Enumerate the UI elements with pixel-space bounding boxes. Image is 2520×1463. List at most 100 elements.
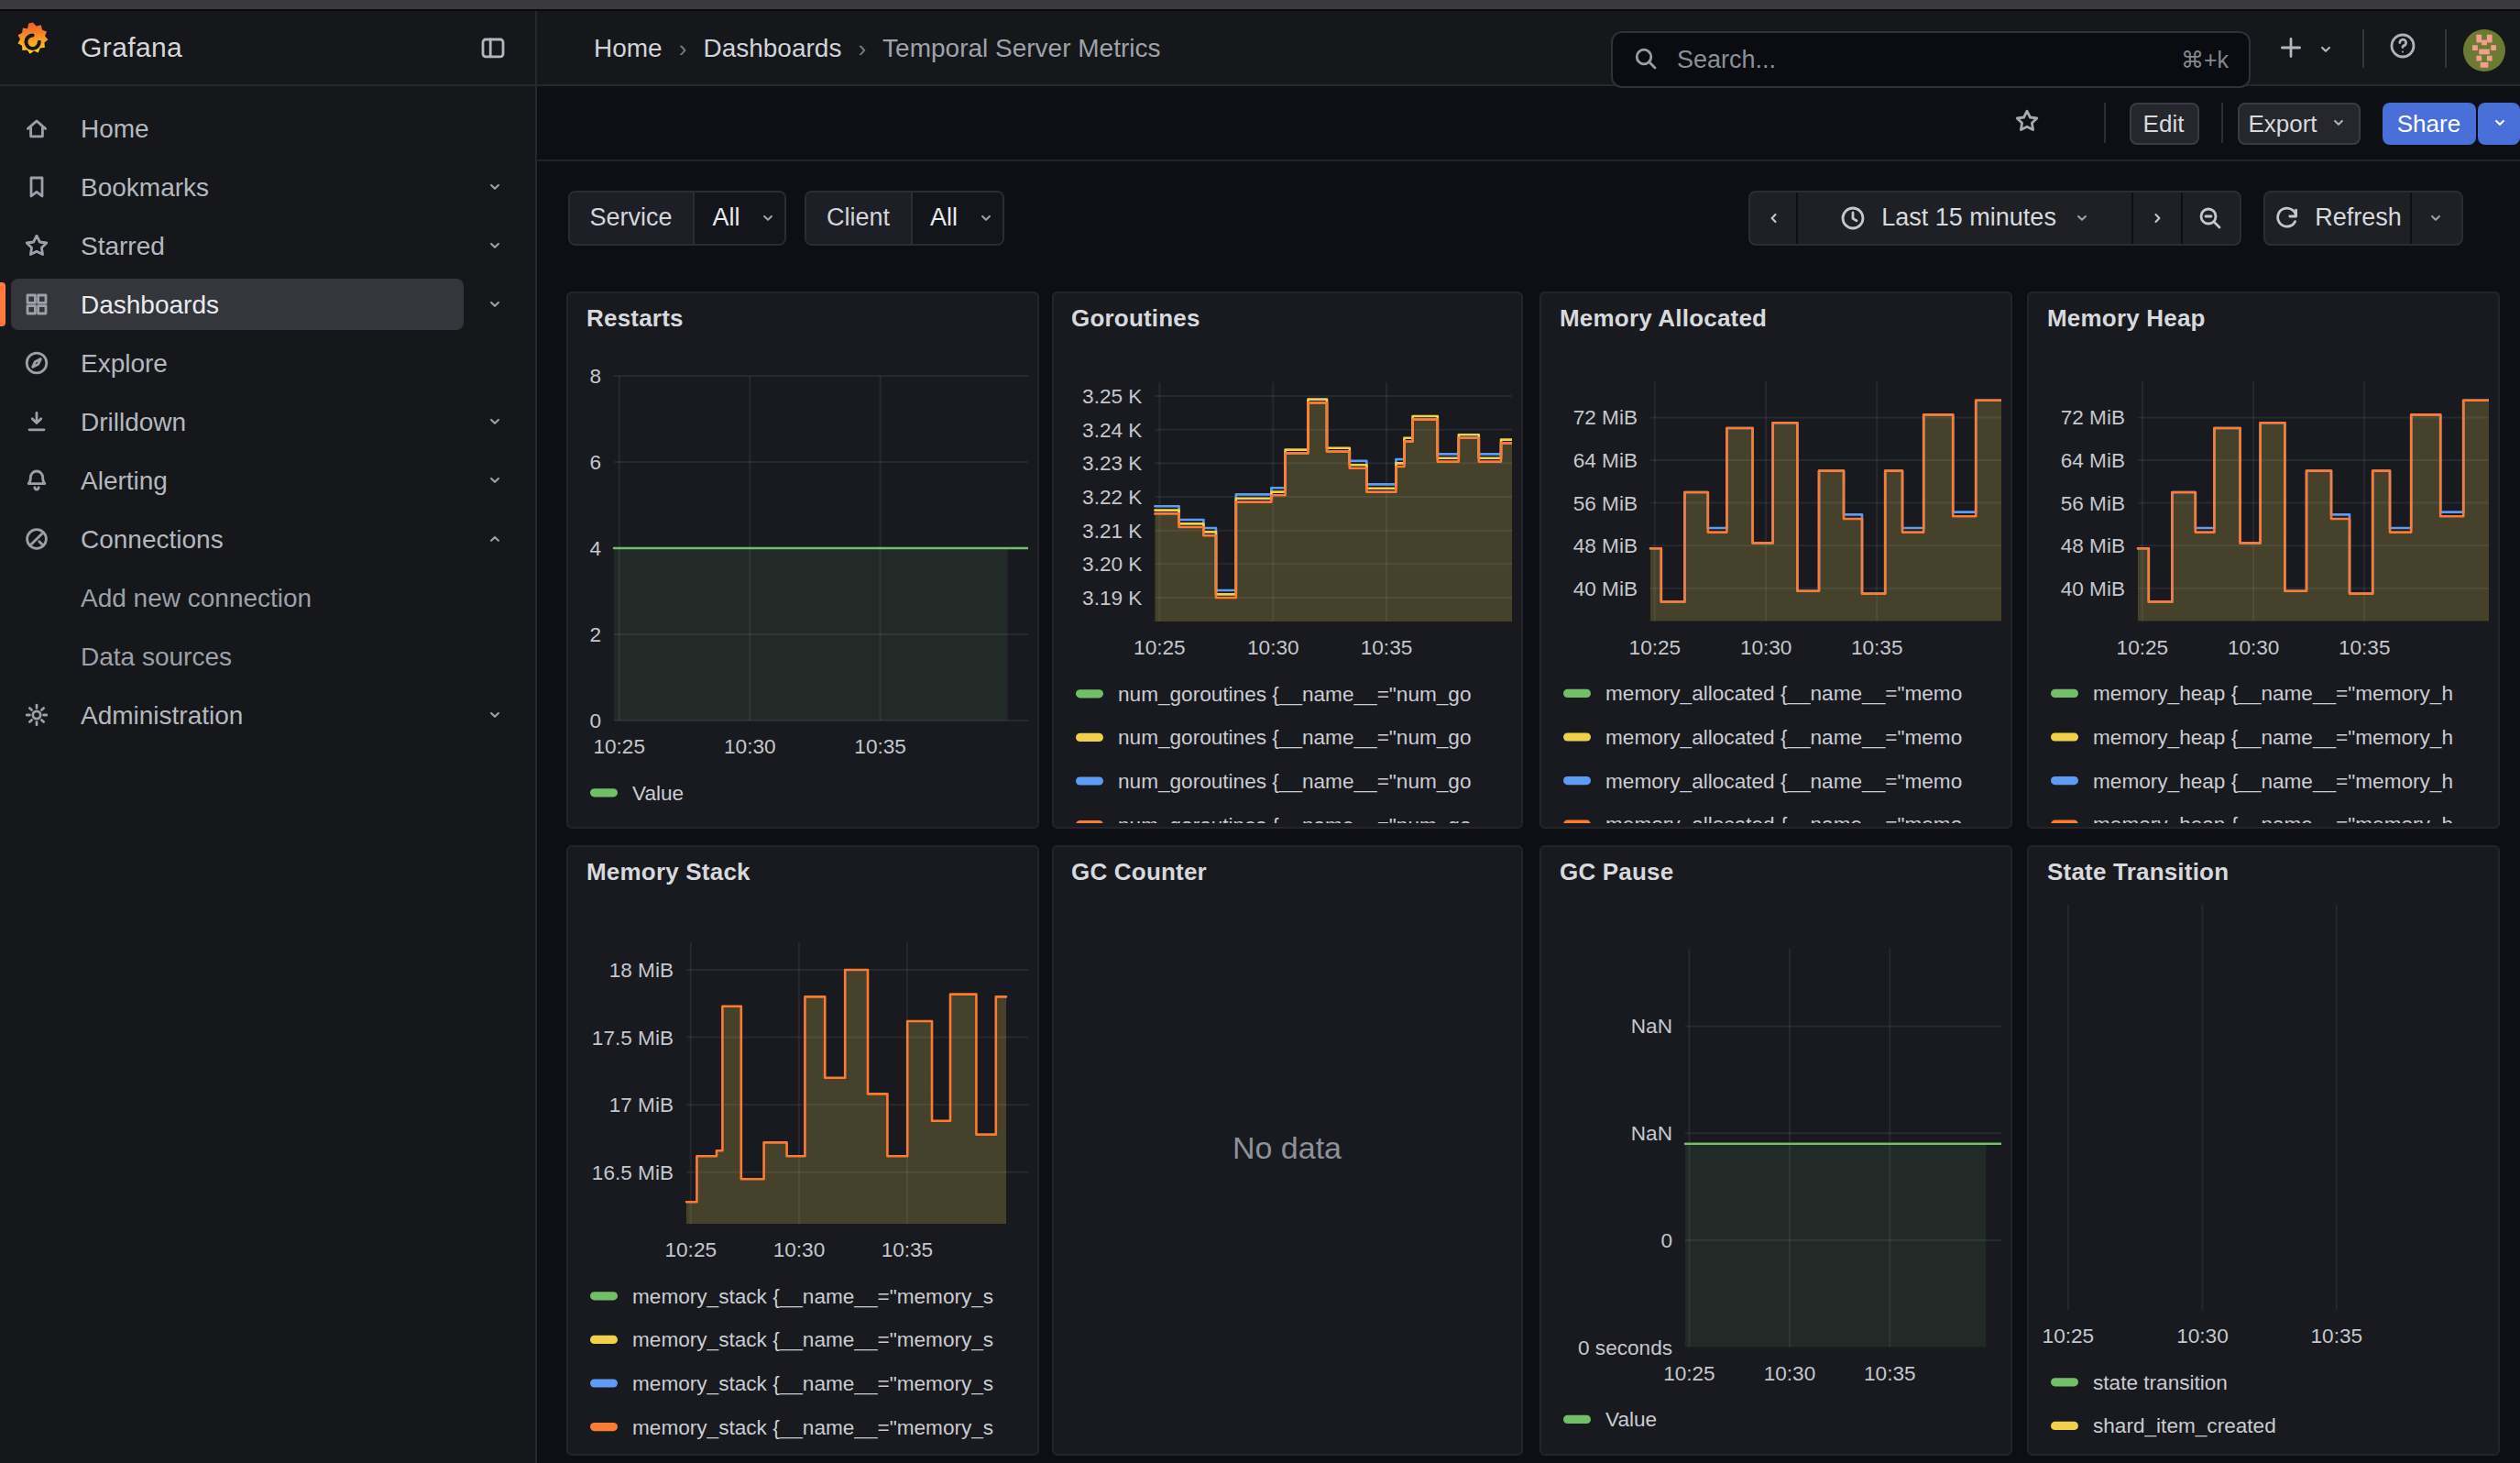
breadcrumb-separator: ›: [858, 34, 866, 61]
compass-icon: [22, 347, 51, 377]
client-filter[interactable]: Client All: [805, 190, 1003, 245]
gear-icon: [22, 699, 51, 729]
chevron-down-icon[interactable]: [484, 410, 506, 432]
legend-item: shard_item_created: [2093, 1414, 2276, 1436]
svg-text:10:35: 10:35: [1864, 1361, 1916, 1384]
zoom-out-button[interactable]: [2181, 192, 2240, 243]
help-icon[interactable]: [2388, 31, 2417, 60]
svg-text:10:35: 10:35: [2339, 636, 2391, 659]
sidebar-item-bookmarks[interactable]: Bookmarks: [11, 160, 464, 212]
edit-button[interactable]: Edit: [2129, 102, 2198, 144]
sidebar-item-drilldown[interactable]: Drilldown: [11, 395, 464, 446]
grafana-logo-icon[interactable]: [13, 18, 53, 62]
svg-text:17.5 MiB: 17.5 MiB: [592, 1026, 674, 1049]
chevron-down-icon[interactable]: [484, 703, 506, 725]
svg-text:10:25: 10:25: [2117, 636, 2169, 659]
sidebar-item-home[interactable]: Home: [11, 102, 464, 153]
share-menu-button[interactable]: [2478, 102, 2520, 144]
svg-text:40 MiB: 40 MiB: [1573, 578, 1638, 600]
svg-text:40 MiB: 40 MiB: [2061, 578, 2125, 600]
panel-restarts: Restarts0246810:2510:3010:35Value: [566, 292, 1038, 829]
legend-item: memory_stack {__name__="memory_s: [632, 1284, 993, 1307]
chevron-down-icon[interactable]: [484, 292, 506, 314]
legend-item: memory_heap {__name__="memory_h: [2093, 682, 2453, 705]
time-back-button[interactable]: [1749, 192, 1797, 243]
svg-text:72 MiB: 72 MiB: [1573, 406, 1638, 429]
chevron-down-icon[interactable]: [484, 175, 506, 197]
chevron-left-icon: [1762, 206, 1784, 228]
breadcrumb-home[interactable]: Home: [594, 33, 663, 62]
sidebar-item-add-new-connection[interactable]: Add new connection: [11, 571, 464, 622]
sidebar-item-label: Administration: [81, 699, 243, 729]
sidebar-item-administration[interactable]: Administration: [11, 688, 464, 740]
time-range-picker[interactable]: Last 15 minutes: [1797, 192, 2131, 243]
sidebar-item-starred[interactable]: Starred: [11, 219, 464, 270]
refresh-button[interactable]: Refresh: [2265, 192, 2409, 243]
chevron-down-icon: [2488, 112, 2510, 134]
panel-mem-heap: Memory Heap40 MiB48 MiB56 MiB64 MiB72 Mi…: [2027, 292, 2499, 829]
sidebar-item-alerting[interactable]: Alerting: [11, 454, 464, 505]
breadcrumb: Home › Dashboards › Temporal Server Metr…: [594, 11, 1161, 84]
sidebar-item-data-sources[interactable]: Data sources: [11, 630, 464, 681]
export-button[interactable]: Export: [2238, 102, 2361, 144]
svg-text:10:30: 10:30: [2228, 636, 2280, 659]
sidebar-item-label: Home: [81, 113, 149, 142]
chevron-down-icon: [2328, 112, 2350, 134]
chevron-down-icon[interactable]: [2315, 38, 2337, 60]
zoom-out-icon: [2197, 203, 2226, 232]
chevron-down-icon: [756, 206, 778, 228]
svg-text:10:30: 10:30: [1740, 636, 1792, 659]
share-button[interactable]: Share: [2383, 102, 2475, 144]
legend-item: memory_heap {__name__="memory_h: [2093, 726, 2453, 749]
panel-gc-counter: GC CounterNo data: [1051, 844, 1523, 1455]
svg-text:10:35: 10:35: [2311, 1324, 2363, 1347]
refresh-controls: Refresh: [2263, 190, 2462, 245]
time-controls: Last 15 minutes: [1748, 190, 2241, 245]
breadcrumb-dashboards[interactable]: Dashboards: [703, 33, 841, 62]
sidebar-item-label: Alerting: [81, 465, 168, 494]
svg-text:10:35: 10:35: [882, 1238, 934, 1260]
add-icon[interactable]: [2276, 33, 2306, 62]
refresh-interval-button[interactable]: [2409, 192, 2460, 243]
favorite-star-icon[interactable]: [2012, 106, 2042, 136]
svg-text:3.22 K: 3.22 K: [1081, 486, 1141, 509]
nav-divider: [2445, 29, 2447, 68]
sidebar-item-label: Explore: [81, 347, 168, 377]
search-input[interactable]: Search... ⌘+k: [1611, 30, 2251, 87]
chevron-down-icon: [2425, 206, 2447, 228]
sidebar-item-label: Bookmarks: [81, 171, 209, 201]
service-filter[interactable]: Service All: [567, 190, 786, 245]
legend-item: memory_allocated {__name__="memo: [1605, 682, 1962, 705]
chart-mem-heap: 40 MiB48 MiB56 MiB64 MiB72 MiB10:2510:30…: [2042, 304, 2488, 823]
time-forward-button[interactable]: [2131, 192, 2181, 243]
legend-item: Value: [632, 782, 684, 805]
legend-item: Value: [1605, 1407, 1657, 1430]
home-icon: [22, 113, 51, 142]
refresh-label: Refresh: [2315, 204, 2402, 231]
sidebar-item-dashboards[interactable]: Dashboards: [11, 278, 464, 329]
legend-item: memory_allocated {__name__="memo: [1605, 770, 1962, 793]
sidebar-item-explore[interactable]: Explore: [11, 336, 464, 388]
chevron-down-icon[interactable]: [484, 234, 506, 256]
client-filter-value: All: [930, 204, 958, 231]
collapse-sidebar-icon[interactable]: [478, 33, 508, 62]
chart-state-transition: 10:2510:3010:35state transitionshard_ite…: [2042, 857, 2488, 1449]
legend-item: num_goroutines {__name__="num_go: [1117, 726, 1471, 749]
svg-text:6: 6: [589, 451, 601, 474]
clock-icon: [1837, 203, 1867, 232]
product-name: Grafana: [81, 11, 182, 84]
legend-item: memory_allocated {__name__="memo: [1605, 813, 1962, 823]
chevron-down-icon[interactable]: [484, 468, 506, 490]
bookmark-icon: [22, 171, 51, 201]
panel-state-transition: State Transition10:2510:3010:35state tra…: [2027, 844, 2499, 1455]
svg-text:2: 2: [589, 623, 601, 646]
svg-text:3.25 K: 3.25 K: [1081, 385, 1141, 408]
chevron-up-icon[interactable]: [484, 527, 506, 549]
toolbar-divider: [2104, 103, 2106, 143]
search-placeholder: Search...: [1677, 45, 1776, 72]
grid-icon: [22, 289, 51, 318]
sidebar-item-connections[interactable]: Connections: [11, 512, 464, 564]
avatar[interactable]: [2462, 28, 2504, 71]
svg-text:10:25: 10:25: [664, 1238, 717, 1260]
chart-goroutines: 3.19 K3.20 K3.21 K3.22 K3.23 K3.24 K3.25…: [1066, 304, 1512, 823]
